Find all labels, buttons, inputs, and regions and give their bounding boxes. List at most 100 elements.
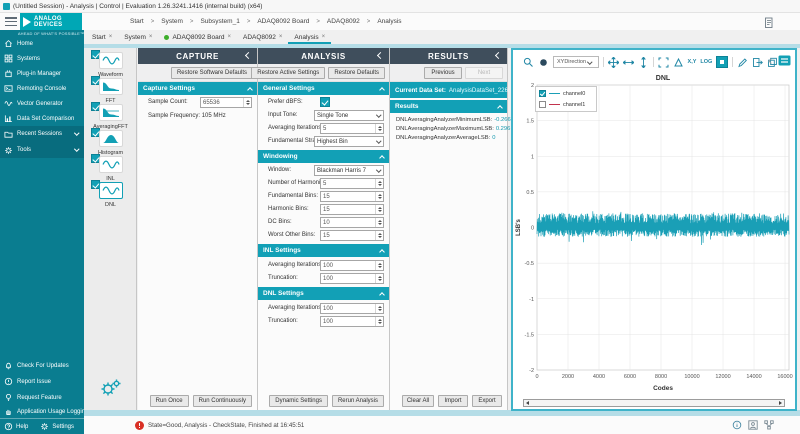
harmonic-bins-input[interactable]: 15 [320, 204, 384, 215]
breadcrumb-item[interactable]: Start [130, 18, 144, 25]
breadcrumb-item[interactable]: ADAQ8092 Board [257, 18, 309, 25]
sidebar-item-request-feature[interactable]: Request Feature [0, 390, 84, 405]
spinner-buttons[interactable] [375, 317, 383, 326]
dynamic-settings-button[interactable]: Dynamic Settings [269, 395, 328, 407]
y-scale-icon[interactable] [638, 57, 649, 68]
user-icon[interactable] [748, 420, 758, 430]
collapse-panel-icon[interactable] [768, 58, 774, 64]
sidebar-item-report-issue[interactable]: Report Issue [0, 374, 84, 389]
sidebar-item-remoting-console[interactable]: Remoting Console [0, 81, 84, 96]
run-once-button[interactable]: Run Once [150, 395, 189, 407]
rerun-analysis-button[interactable]: Rerun Analysis [332, 395, 384, 407]
info-icon[interactable] [732, 420, 742, 430]
annotate-pencil-icon[interactable] [737, 57, 748, 68]
results-section-bar[interactable]: Results [390, 100, 507, 113]
strip-item-waveform[interactable] [99, 52, 123, 69]
sidebar-item-tools[interactable]: Tools [0, 142, 84, 158]
tab-close-icon[interactable]: × [322, 34, 326, 40]
export-image-icon[interactable] [752, 57, 763, 68]
scroll-right-icon[interactable] [779, 401, 782, 405]
tab-adaq8092[interactable]: ADAQ8092× [237, 30, 288, 44]
settings-button[interactable]: Settings [40, 422, 74, 431]
pan-axes-icon[interactable] [608, 57, 619, 68]
breadcrumb-item[interactable]: Subsystem_1 [200, 18, 239, 25]
dnl-plot[interactable]: 020004000600080001000012000140001600021.… [513, 72, 795, 398]
tab-system[interactable]: System× [118, 30, 158, 44]
window-select[interactable]: Blackman Harris 7 [314, 165, 384, 176]
strip-item-histogram[interactable] [99, 130, 123, 147]
number-of-harmonics-input[interactable]: 5 [320, 178, 384, 189]
sample-count-input[interactable]: 65536 [200, 97, 252, 108]
capture-settings-section-bar[interactable]: Capture Settings [138, 82, 257, 95]
strip-item-dnl[interactable] [99, 182, 123, 199]
collapse-chevron-icon[interactable] [245, 52, 252, 59]
sidebar-item-check-for-updates[interactable]: Check For Updates [0, 358, 84, 373]
clear-all-button[interactable]: Clear All [402, 395, 434, 407]
chart-horizontal-scrollbar[interactable] [523, 399, 785, 407]
spinner-buttons[interactable] [375, 218, 383, 227]
tab-close-icon[interactable]: × [279, 34, 283, 40]
spinner-buttons[interactable] [375, 274, 383, 283]
spinner-buttons[interactable] [375, 231, 383, 240]
collapse-chevron-icon[interactable] [495, 52, 502, 59]
general-settings-section-bar[interactable]: General Settings [258, 82, 389, 95]
breadcrumb-item[interactable]: Analysis [377, 18, 401, 25]
active-marker-button[interactable] [716, 56, 728, 68]
spinner-buttons[interactable] [375, 124, 383, 133]
spinner-buttons[interactable] [243, 98, 251, 107]
zoom-tool-icon[interactable] [523, 57, 534, 68]
tab-analysis[interactable]: Analysis× [288, 30, 331, 44]
xy-cursor-toggle[interactable]: X,Y [688, 59, 697, 65]
windowing-section-bar[interactable]: Windowing [258, 150, 389, 163]
scroll-left-icon[interactable] [526, 401, 529, 405]
restore-defaults-button[interactable]: Restore Defaults [328, 67, 385, 79]
pan-tool-icon[interactable] [538, 57, 549, 68]
dc-bins-input[interactable]: 10 [320, 217, 384, 228]
input-tone-select[interactable]: Single Tone [314, 110, 384, 121]
inl-averaging-iterations-input[interactable]: 100 [320, 260, 384, 271]
tab-start[interactable]: Start× [86, 30, 118, 44]
sidebar-item-plugin-manager[interactable]: Plug-in Manager [0, 66, 84, 81]
averaging-iterations-input[interactable]: 5 [320, 123, 384, 134]
inl-settings-section-bar[interactable]: INL Settings [258, 244, 389, 257]
restore-active-settings-button[interactable]: Restore Active Settings [251, 67, 325, 79]
hamburger-menu-icon[interactable] [5, 17, 17, 26]
tab-adaq8092-board[interactable]: ADAQ8092 Board× [158, 30, 237, 44]
restore-software-defaults-button[interactable]: Restore Software Defaults [171, 67, 253, 79]
sidebar-item-vector-generator[interactable]: Vector Generator [0, 96, 84, 111]
help-button[interactable]: Help [0, 422, 28, 431]
prefer-dbfs-checkbox[interactable] [320, 97, 330, 107]
x-scale-icon[interactable] [623, 57, 634, 68]
report-page-icon[interactable] [763, 16, 774, 34]
spinner-buttons[interactable] [375, 205, 383, 214]
sidebar-item-recent-sessions[interactable]: Recent Sessions [0, 126, 84, 142]
sidebar-item-application-usage-logging[interactable]: Application Usage Logging [0, 404, 84, 419]
network-icon[interactable] [764, 420, 774, 430]
strip-item-inl[interactable] [99, 156, 123, 173]
sidebar-item-data-set-comparison[interactable]: Data Set Comparison [0, 111, 84, 126]
fit-view-icon[interactable] [658, 57, 669, 68]
strip-item-fft[interactable] [99, 78, 123, 95]
import-button[interactable]: Import [438, 395, 468, 407]
measure-icon[interactable] [673, 57, 684, 68]
xy-direction-dropdown[interactable]: XYDirection [553, 56, 599, 68]
breadcrumb-item[interactable]: System [161, 18, 183, 25]
next-button[interactable]: Next [465, 67, 503, 79]
tab-close-icon[interactable]: × [227, 34, 231, 40]
export-button[interactable]: Export [472, 395, 502, 407]
channel0-checkbox[interactable] [539, 90, 546, 97]
fundamental-bins-input[interactable]: 15 [320, 191, 384, 202]
log-scale-toggle[interactable]: LOG [700, 59, 712, 65]
strip-item-averagingfft[interactable] [99, 104, 123, 121]
legend-toggle-icon[interactable] [778, 55, 791, 66]
spinner-buttons[interactable] [375, 179, 383, 188]
sidebar-item-systems[interactable]: Systems [0, 51, 84, 66]
worst-other-bins-input[interactable]: 15 [320, 230, 384, 241]
collapse-chevron-icon[interactable] [377, 52, 384, 59]
tab-close-icon[interactable]: × [109, 34, 113, 40]
run-continuously-button[interactable]: Run Continuously [193, 395, 252, 407]
dnl-averaging-iterations-input[interactable]: 100 [320, 303, 384, 314]
dnl-settings-section-bar[interactable]: DNL Settings [258, 287, 389, 300]
spinner-buttons[interactable] [375, 192, 383, 201]
tab-close-icon[interactable]: × [149, 34, 153, 40]
